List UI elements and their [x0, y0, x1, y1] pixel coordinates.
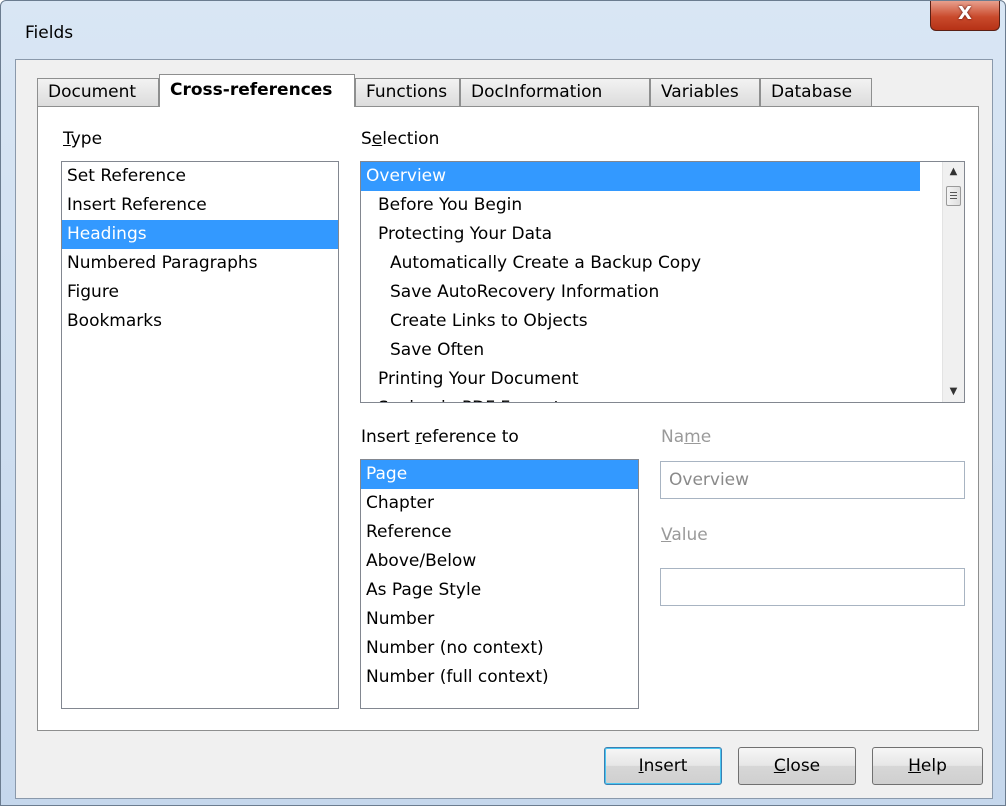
list-item[interactable]: Bookmarks — [62, 307, 338, 336]
fields-dialog: Fields X Document Cross-references Funct… — [0, 0, 1006, 806]
list-item[interactable]: Protecting Your Data — [361, 220, 920, 249]
tab-functions[interactable]: Functions — [355, 78, 460, 106]
tab-cross-references[interactable]: Cross-references — [159, 74, 355, 107]
list-item[interactable]: Figure — [62, 278, 338, 307]
list-item[interactable]: Number — [361, 605, 638, 634]
tab-docinformation[interactable]: DocInformation — [460, 78, 650, 106]
type-label: Type — [63, 129, 103, 149]
close-icon: X — [958, 3, 972, 24]
value-field[interactable] — [660, 568, 965, 606]
window-title: Fields — [25, 23, 74, 43]
list-item[interactable]: Automatically Create a Backup Copy — [361, 249, 920, 278]
selection-label: Selection — [361, 129, 440, 149]
list-item[interactable]: Headings — [62, 220, 338, 249]
list-item[interactable]: Above/Below — [361, 547, 638, 576]
selection-listbox[interactable]: Overview Before You Begin Protecting Your … — [360, 161, 965, 403]
list-item[interactable]: Before You Begin — [361, 191, 920, 220]
insert-reference-label: Insert reference to — [361, 427, 519, 447]
list-item[interactable]: Insert Reference — [62, 191, 338, 220]
scroll-up-icon[interactable]: ▲ — [943, 162, 964, 182]
tab-database[interactable]: Database — [760, 78, 872, 106]
list-item[interactable]: Number (no context) — [361, 634, 638, 663]
list-item[interactable]: Number (full context) — [361, 663, 638, 692]
list-item[interactable]: Save Often — [361, 336, 920, 365]
list-item[interactable]: Printing Your Document — [361, 365, 920, 394]
scroll-thumb[interactable] — [946, 186, 961, 206]
type-listbox[interactable]: Set Reference Insert Reference Headings Num… — [61, 161, 339, 709]
list-item[interactable]: Numbered Paragraphs — [62, 249, 338, 278]
selection-items: Overview Before You Begin Protecting Your … — [361, 162, 964, 402]
list-item[interactable]: Set Reference — [62, 162, 338, 191]
list-item[interactable]: Save AutoRecovery Information — [361, 278, 920, 307]
window-close-button[interactable]: X — [930, 1, 1000, 31]
name-field[interactable]: Overview — [660, 461, 965, 499]
list-item[interactable]: Overview — [361, 162, 920, 191]
list-item[interactable]: Chapter — [361, 489, 638, 518]
scroll-down-icon[interactable]: ▼ — [943, 382, 964, 402]
close-button[interactable]: Close — [738, 747, 856, 785]
name-label: Name — [661, 427, 712, 447]
list-item[interactable]: Page — [361, 460, 638, 489]
insert-button[interactable]: Insert — [604, 747, 722, 785]
tab-document[interactable]: Document — [37, 78, 159, 106]
help-button[interactable]: Help — [872, 747, 983, 785]
insert-reference-listbox[interactable]: Page Chapter Reference Above/Below As Page S… — [360, 459, 639, 709]
value-label: Value — [661, 525, 708, 545]
list-item[interactable]: Create Links to Objects — [361, 307, 920, 336]
list-item[interactable]: Saving in PDF Format — [361, 394, 920, 402]
selection-scrollbar[interactable]: ▲ ▼ — [942, 162, 964, 402]
list-item[interactable]: Reference — [361, 518, 638, 547]
list-item[interactable]: As Page Style — [361, 576, 638, 605]
tab-variables[interactable]: Variables — [650, 78, 760, 106]
